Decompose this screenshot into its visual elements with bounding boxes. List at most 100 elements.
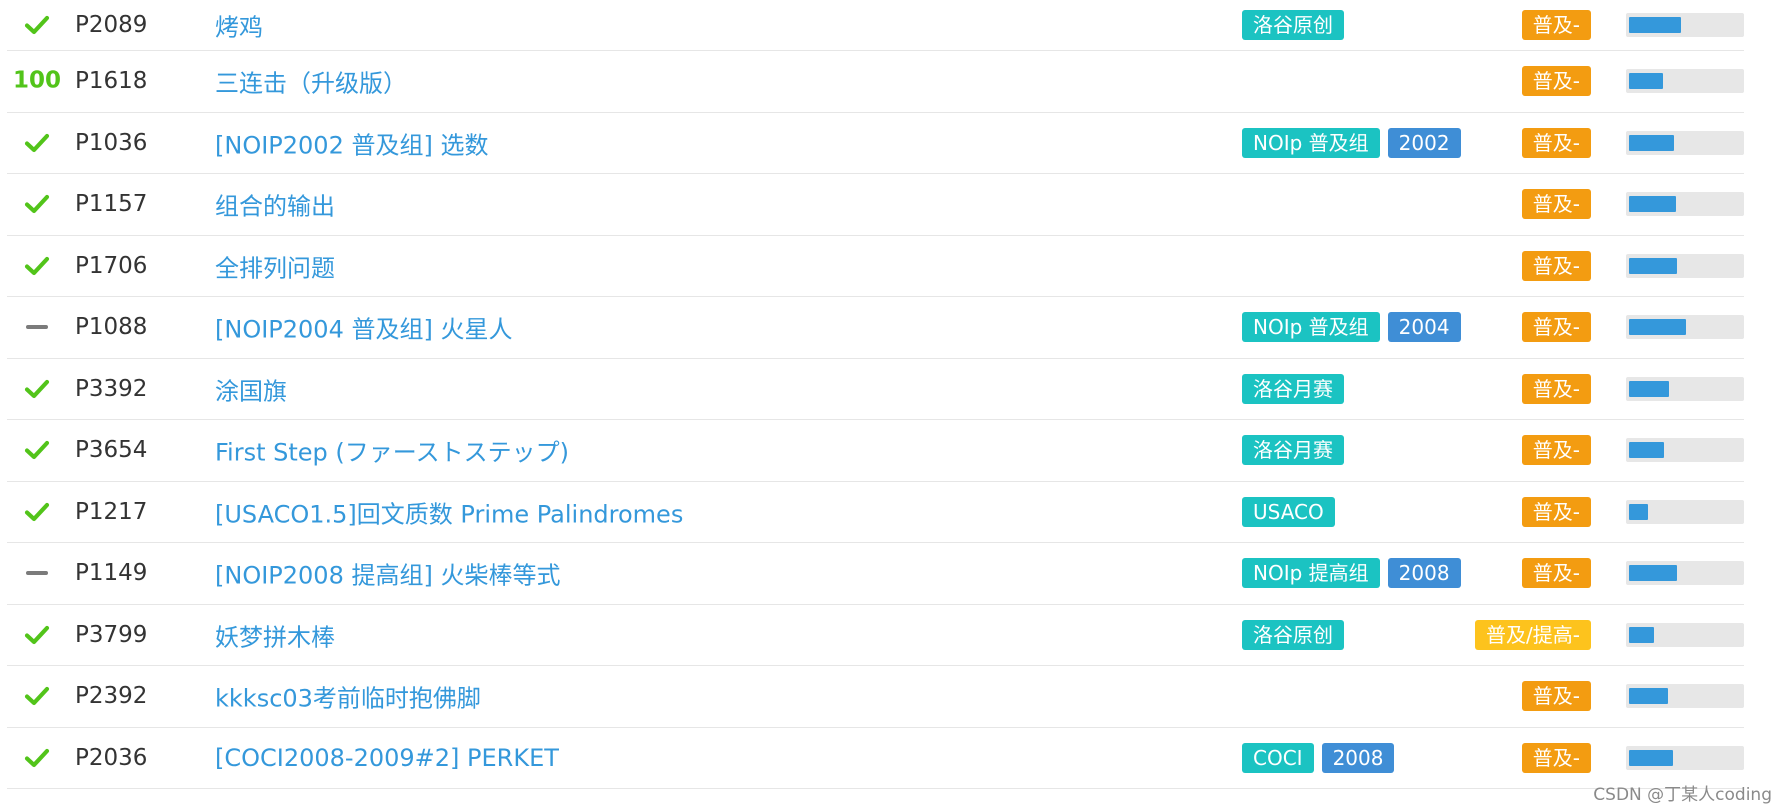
status-cell [7, 325, 67, 330]
pass-rate-fill [1629, 503, 1648, 520]
pass-rate-fill [1629, 134, 1674, 151]
problem-row: P3654 First Step (ファーストステップ) 洛谷月赛 普及- [7, 420, 1744, 482]
check-icon [7, 193, 67, 215]
status-cell [7, 14, 67, 36]
problem-id[interactable]: P1036 [75, 130, 147, 156]
difficulty-badge[interactable]: 普及- [1521, 189, 1591, 220]
problem-id[interactable]: P2036 [75, 745, 147, 771]
problem-id[interactable]: P2089 [75, 12, 147, 38]
pass-rate-bar [1626, 315, 1744, 340]
tag-list: NOIp 提高组 2008 [1242, 558, 1461, 589]
tag-source[interactable]: USACO [1242, 496, 1335, 527]
difficulty-badge[interactable]: 普及- [1521, 373, 1591, 404]
pass-rate-bar [1626, 561, 1744, 586]
problem-title-link[interactable]: First Step (ファーストステップ) [215, 433, 569, 468]
difficulty-badge[interactable]: 普及- [1521, 312, 1591, 343]
problem-title-link[interactable]: 妖梦拼木棒 [215, 617, 335, 652]
problem-title-link[interactable]: 涂国旗 [215, 371, 287, 406]
score-value: 100 [12, 67, 61, 94]
difficulty-badge[interactable]: 普及- [1521, 435, 1591, 466]
problem-id[interactable]: P2392 [75, 683, 147, 709]
check-icon [7, 255, 67, 277]
pass-rate-bar [1626, 376, 1744, 401]
tag-year[interactable]: 2004 [1387, 312, 1461, 343]
pass-rate-bar [1626, 69, 1744, 94]
problem-title-link[interactable]: 三连击（升级版） [215, 64, 407, 99]
problem-row: P3799 妖梦拼木棒 洛谷原创 普及/提高- [7, 605, 1744, 666]
problem-id[interactable]: P3392 [75, 376, 147, 402]
problem-row: P1157 组合的输出 普及- [7, 174, 1744, 236]
watermark: CSDN @丁某人coding [1593, 785, 1772, 805]
difficulty-badge[interactable]: 普及- [1521, 250, 1591, 281]
tag-list: NOIp 普及组 2004 [1242, 312, 1461, 343]
problem-id[interactable]: P3799 [75, 622, 147, 648]
problem-title-link[interactable]: kkksc03考前临时抱佛脚 [215, 679, 481, 714]
tag-list: 洛谷月赛 [1242, 373, 1344, 404]
status-cell [7, 624, 67, 646]
problem-id[interactable]: P1618 [75, 68, 147, 94]
tag-source[interactable]: 洛谷月赛 [1242, 373, 1344, 404]
problem-title-link[interactable]: [USACO1.5]回文质数 Prime Palindromes [215, 494, 683, 529]
tag-list: 洛谷原创 [1242, 10, 1344, 40]
pass-rate-fill [1629, 257, 1677, 274]
tag-source[interactable]: COCI [1242, 742, 1314, 773]
difficulty-badge[interactable]: 普及- [1521, 496, 1591, 527]
difficulty-badge[interactable]: 普及- [1521, 127, 1591, 158]
problem-row: P2089 烤鸡 洛谷原创 普及- [7, 0, 1744, 51]
problem-row: 100 P1618 三连击（升级版） 普及- [7, 51, 1744, 113]
check-icon [7, 747, 67, 769]
tag-source[interactable]: 洛谷原创 [1242, 10, 1344, 40]
tag-source[interactable]: 洛谷原创 [1242, 619, 1344, 650]
difficulty-badge[interactable]: 普及- [1521, 66, 1591, 97]
problem-row: P3392 涂国旗 洛谷月赛 普及- [7, 359, 1744, 420]
tag-source[interactable]: NOIp 提高组 [1242, 558, 1380, 589]
tag-source[interactable]: 洛谷月赛 [1242, 435, 1344, 466]
problem-title-link[interactable]: [COCI2008-2009#2] PERKET [215, 744, 559, 772]
problem-row: P1217 [USACO1.5]回文质数 Prime Palindromes U… [7, 482, 1744, 543]
tag-source[interactable]: NOIp 普及组 [1242, 127, 1380, 158]
dash-icon [26, 571, 48, 576]
problem-id[interactable]: P1149 [75, 560, 147, 586]
tag-list: NOIp 普及组 2002 [1242, 127, 1461, 158]
tag-list: 洛谷月赛 [1242, 435, 1344, 466]
pass-rate-fill [1629, 626, 1654, 643]
problem-id[interactable]: P1088 [75, 314, 147, 340]
problem-id[interactable]: P1706 [75, 253, 147, 279]
pass-rate-fill [1629, 319, 1686, 336]
tag-list: 洛谷原创 [1242, 619, 1344, 650]
difficulty-badge[interactable]: 普及- [1521, 558, 1591, 589]
problem-id[interactable]: P3654 [75, 437, 147, 463]
problem-title-link[interactable]: [NOIP2004 普及组] 火星人 [215, 310, 512, 345]
problem-id[interactable]: P1217 [75, 499, 147, 525]
problem-id[interactable]: P1157 [75, 191, 147, 217]
tag-year[interactable]: 2002 [1387, 127, 1461, 158]
problem-row: P2392 kkksc03考前临时抱佛脚 普及- [7, 666, 1744, 728]
check-icon [7, 439, 67, 461]
tag-source[interactable]: NOIp 普及组 [1242, 312, 1380, 343]
problem-title-link[interactable]: [NOIP2008 提高组] 火柴棒等式 [215, 556, 560, 591]
check-icon [7, 378, 67, 400]
problem-title-link[interactable]: 烤鸡 [215, 8, 263, 43]
problem-title-link[interactable]: [NOIP2002 普及组] 选数 [215, 125, 488, 160]
status-cell: 100 [7, 67, 67, 94]
pass-rate-bar [1626, 13, 1744, 37]
difficulty-badge[interactable]: 普及- [1521, 681, 1591, 712]
tag-year[interactable]: 2008 [1321, 742, 1395, 773]
difficulty-badge[interactable]: 普及- [1521, 742, 1591, 773]
problem-row: P1706 全排列问题 普及- [7, 236, 1744, 297]
status-cell [7, 501, 67, 523]
difficulty-badge[interactable]: 普及/提高- [1475, 619, 1591, 650]
problem-title-link[interactable]: 组合的输出 [215, 187, 335, 222]
pass-rate-fill [1629, 565, 1677, 582]
status-cell [7, 685, 67, 707]
problem-title-link[interactable]: 全排列问题 [215, 248, 335, 283]
pass-rate-fill [1629, 196, 1676, 213]
pass-rate-fill [1629, 17, 1681, 33]
pass-rate-fill [1629, 749, 1673, 766]
status-cell [7, 132, 67, 154]
tag-year[interactable]: 2008 [1387, 558, 1461, 589]
tag-list: COCI 2008 [1242, 742, 1395, 773]
pass-rate-bar [1626, 499, 1744, 524]
difficulty-badge[interactable]: 普及- [1521, 10, 1591, 40]
status-cell [7, 747, 67, 769]
